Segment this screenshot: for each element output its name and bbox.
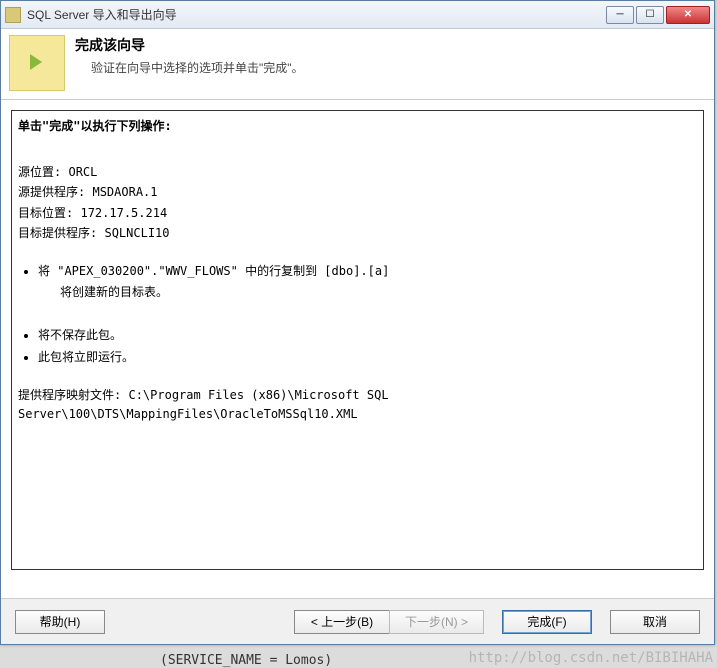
summary-title: 单击"完成"以执行下列操作:: [18, 117, 697, 136]
button-bar: 帮助(H) < 上一步(B) 下一步(N) > 完成(F) 取消: [1, 598, 714, 644]
background-text: (SERVICE_NAME = Lomos): [160, 653, 332, 668]
runnow-item: 此包将立即运行。: [38, 348, 697, 367]
window-title: SQL Server 导入和导出向导: [27, 6, 606, 23]
page-heading: 完成该向导: [75, 35, 304, 55]
minimize-button[interactable]: ─: [606, 6, 634, 24]
summary-pane: 单击"完成"以执行下列操作: 源位置: ORCL 源提供程序: MSDAORA.…: [11, 110, 704, 570]
source-provider-value: MSDAORA.1: [92, 185, 157, 199]
action-list-1: 将 "APEX_030200"."WWV_FLOWS" 中的行复制到 [dbo]…: [18, 262, 697, 302]
nosave-item: 将不保存此包。: [38, 326, 697, 345]
dest-provider-value: SQLNCLI10: [104, 226, 169, 240]
source-provider-row: 源提供程序: MSDAORA.1: [18, 183, 697, 202]
source-location-value: ORCL: [68, 165, 97, 179]
window-buttons: ─ ☐ ✕: [606, 6, 710, 24]
copy-action-item: 将 "APEX_030200"."WWV_FLOWS" 中的行复制到 [dbo]…: [38, 262, 697, 302]
finish-button[interactable]: 完成(F): [502, 610, 592, 634]
arrow-icon: [30, 54, 42, 70]
back-button[interactable]: < 上一步(B): [294, 610, 389, 634]
header-text: 完成该向导 验证在向导中选择的选项并单击"完成"。: [75, 35, 304, 91]
wizard-icon: [9, 35, 65, 91]
nav-button-pair: < 上一步(B) 下一步(N) >: [294, 610, 484, 634]
dest-provider-label: 目标提供程序:: [18, 226, 97, 240]
wizard-header: 完成该向导 验证在向导中选择的选项并单击"完成"。: [1, 29, 714, 100]
app-icon: [5, 7, 21, 23]
copy-action-text: 将 "APEX_030200"."WWV_FLOWS" 中的行复制到 [dbo]…: [38, 264, 389, 278]
source-provider-label: 源提供程序:: [18, 185, 85, 199]
wizard-window: SQL Server 导入和导出向导 ─ ☐ ✕ 完成该向导 验证在向导中选择的…: [0, 0, 715, 645]
copy-action-sub: 将创建新的目标表。: [38, 283, 697, 302]
mapping-label: 提供程序映射文件:: [18, 388, 121, 402]
dest-location-row: 目标位置: 172.17.5.214: [18, 204, 697, 223]
dest-location-value: 172.17.5.214: [80, 206, 167, 220]
page-subtitle: 验证在向导中选择的选项并单击"完成"。: [75, 59, 304, 76]
cancel-button[interactable]: 取消: [610, 610, 700, 634]
dest-location-label: 目标位置:: [18, 206, 73, 220]
close-button[interactable]: ✕: [666, 6, 710, 24]
maximize-button[interactable]: ☐: [636, 6, 664, 24]
next-button: 下一步(N) >: [389, 610, 484, 634]
mapping-row: 提供程序映射文件: C:\Program Files (x86)\Microso…: [18, 386, 697, 424]
source-location-label: 源位置:: [18, 165, 61, 179]
action-list-2: 将不保存此包。 此包将立即运行。: [18, 326, 697, 366]
source-location-row: 源位置: ORCL: [18, 163, 697, 182]
dest-provider-row: 目标提供程序: SQLNCLI10: [18, 224, 697, 243]
watermark: http://blog.csdn.net/BIBIHAHA: [469, 650, 713, 666]
help-button[interactable]: 帮助(H): [15, 610, 105, 634]
titlebar: SQL Server 导入和导出向导 ─ ☐ ✕: [1, 1, 714, 29]
